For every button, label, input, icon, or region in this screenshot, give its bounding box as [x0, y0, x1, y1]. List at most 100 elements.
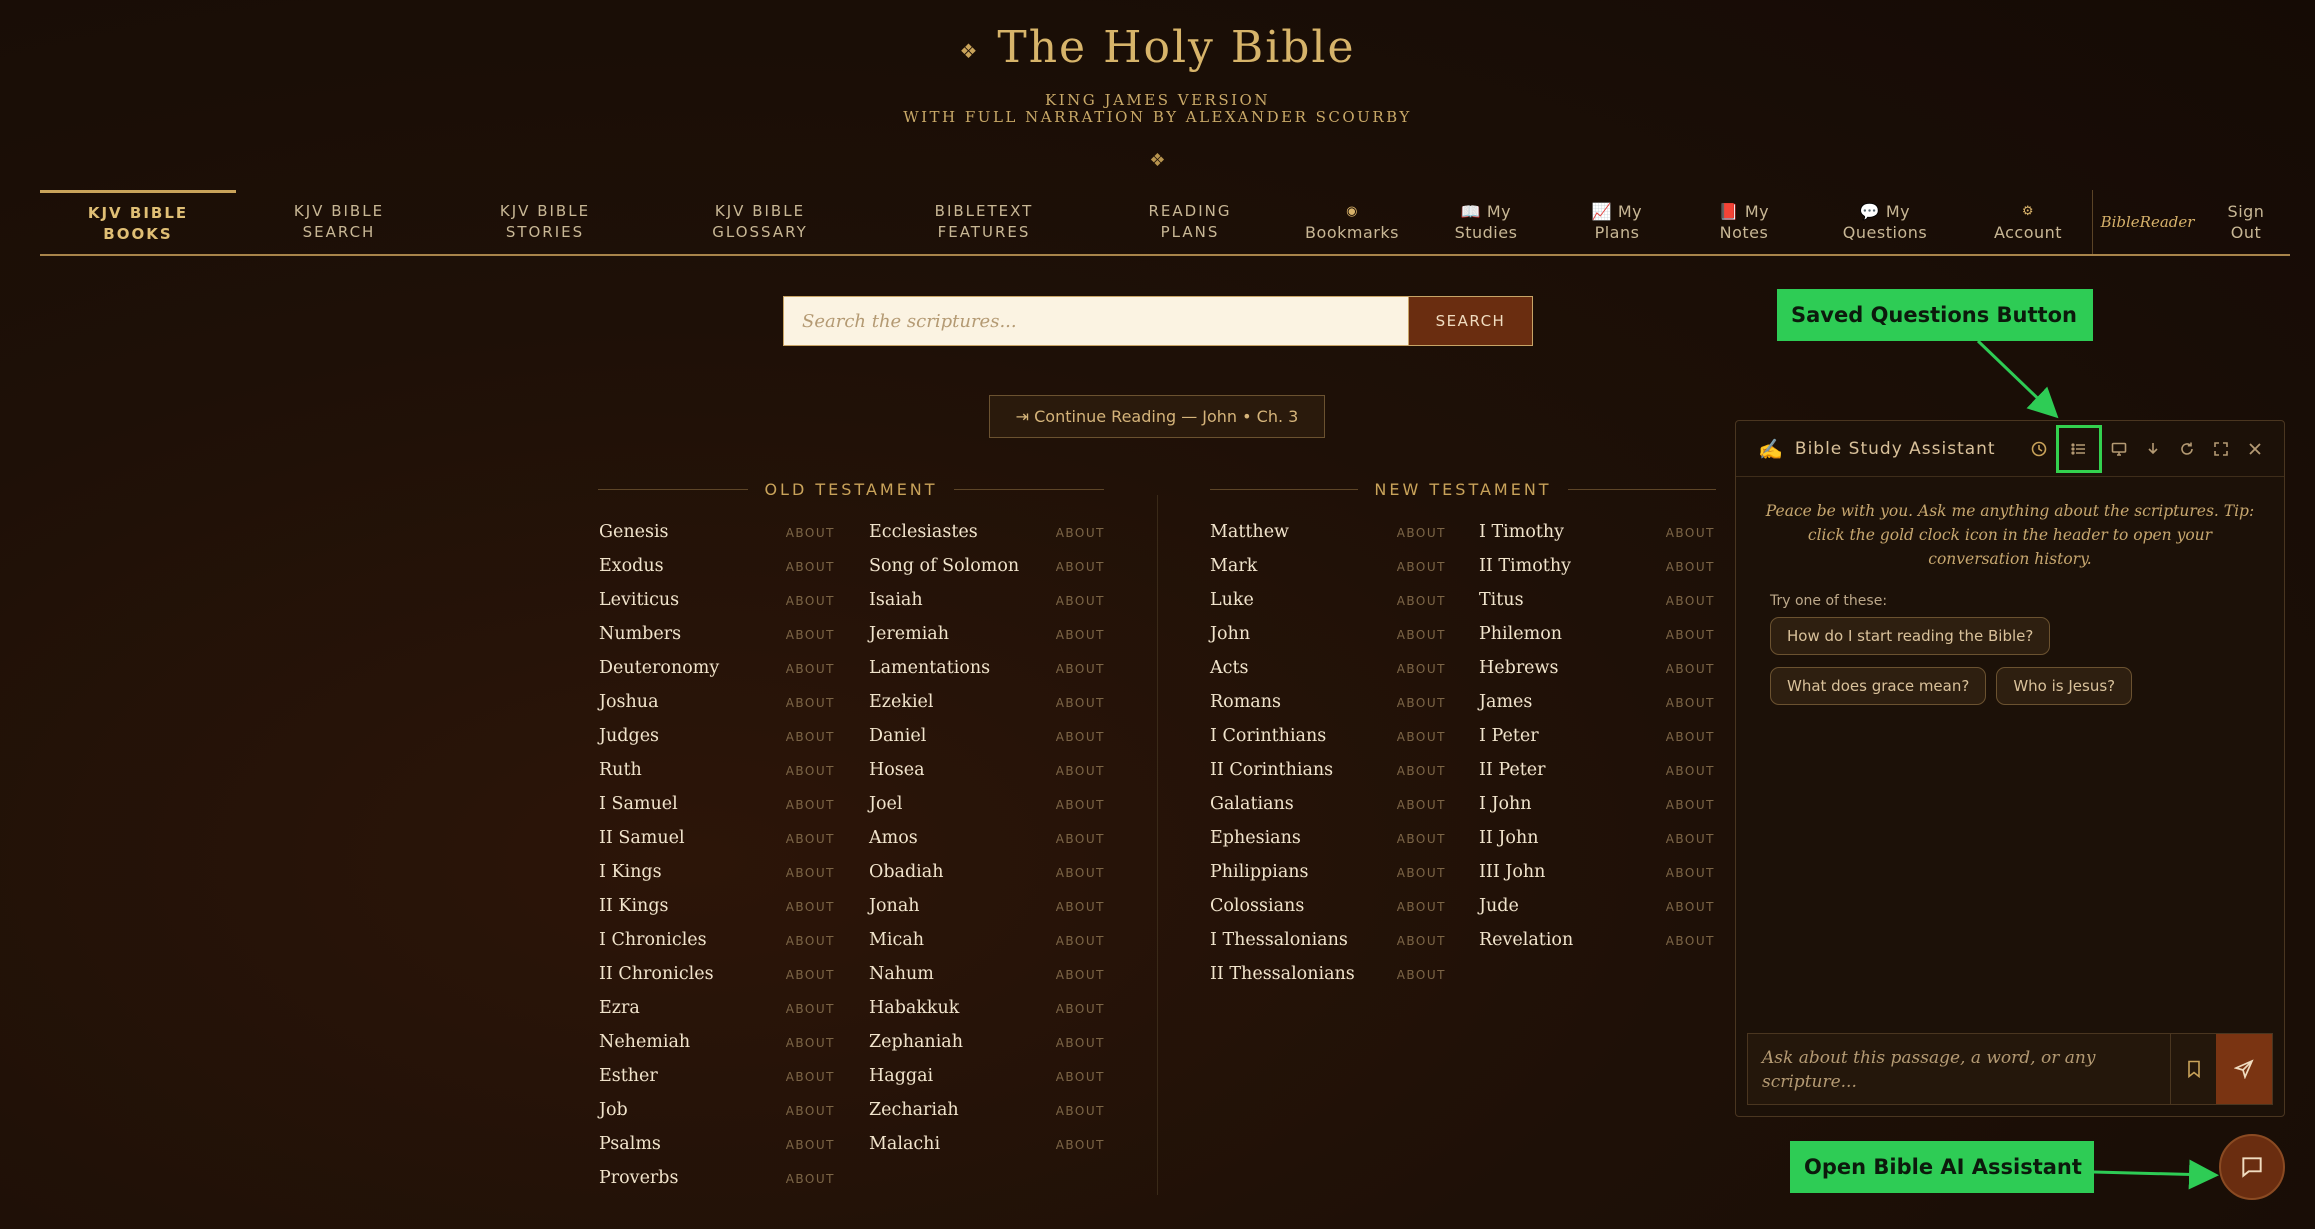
book-link[interactable]: Hosea	[869, 760, 925, 780]
book-link[interactable]: Zechariah	[869, 1100, 959, 1120]
book-link[interactable]: Acts	[1210, 658, 1248, 678]
book-link[interactable]: Philippians	[1210, 862, 1309, 882]
continue-reading-button[interactable]: ⇥ Continue Reading — John • Ch. 3	[989, 395, 1325, 438]
book-about-link[interactable]: ABOUT	[1056, 764, 1105, 778]
book-about-link[interactable]: ABOUT	[786, 1070, 835, 1084]
book-link[interactable]: III John	[1479, 862, 1545, 882]
book-about-link[interactable]: ABOUT	[1397, 866, 1446, 880]
book-about-link[interactable]: ABOUT	[1056, 900, 1105, 914]
monitor-icon[interactable]	[2102, 432, 2136, 466]
book-about-link[interactable]: ABOUT	[786, 832, 835, 846]
book-link[interactable]: Deuteronomy	[599, 658, 719, 678]
book-about-link[interactable]: ABOUT	[1056, 1104, 1105, 1118]
book-about-link[interactable]: ABOUT	[1056, 560, 1105, 574]
book-link[interactable]: II Kings	[599, 896, 669, 916]
book-about-link[interactable]: ABOUT	[1056, 1002, 1105, 1016]
nav-kjv-bible-glossary[interactable]: KJV BIBLE GLOSSARY	[648, 190, 872, 254]
book-link[interactable]: Malachi	[869, 1134, 940, 1154]
book-link[interactable]: I Thessalonians	[1210, 930, 1348, 950]
nav-sign-out[interactable]: Sign Out	[2202, 190, 2290, 254]
book-about-link[interactable]: ABOUT	[1666, 560, 1715, 574]
book-link[interactable]: II Chronicles	[599, 964, 714, 984]
nav-kjv-bible-books[interactable]: KJV BIBLE BOOKS	[40, 190, 236, 254]
book-about-link[interactable]: ABOUT	[1666, 832, 1715, 846]
nav-my-questions[interactable]: 💬 My Questions	[1806, 190, 1964, 254]
nav-biblereader[interactable]: BibleReader	[2092, 190, 2202, 254]
nav-reading-plans[interactable]: READING PLANS	[1096, 190, 1284, 254]
book-link[interactable]: Amos	[869, 828, 918, 848]
book-about-link[interactable]: ABOUT	[786, 900, 835, 914]
book-link[interactable]: I John	[1479, 794, 1532, 814]
book-about-link[interactable]: ABOUT	[1397, 798, 1446, 812]
book-link[interactable]: Ezekiel	[869, 692, 934, 712]
book-link[interactable]: Esther	[599, 1066, 658, 1086]
book-link[interactable]: Daniel	[869, 726, 926, 746]
book-link[interactable]: Joshua	[599, 692, 659, 712]
book-link[interactable]: Isaiah	[869, 590, 923, 610]
book-about-link[interactable]: ABOUT	[1397, 832, 1446, 846]
nav-my-plans[interactable]: 📈 My Plans	[1552, 190, 1682, 254]
assistant-input[interactable]	[1748, 1034, 2170, 1104]
book-about-link[interactable]: ABOUT	[1397, 526, 1446, 540]
book-about-link[interactable]: ABOUT	[1397, 594, 1446, 608]
book-about-link[interactable]: ABOUT	[1666, 628, 1715, 642]
search-button[interactable]: SEARCH	[1408, 296, 1533, 346]
book-about-link[interactable]: ABOUT	[1056, 1036, 1105, 1050]
book-about-link[interactable]: ABOUT	[1666, 866, 1715, 880]
book-link[interactable]: I Timothy	[1479, 522, 1564, 542]
book-about-link[interactable]: ABOUT	[786, 1172, 835, 1186]
book-link[interactable]: I Peter	[1479, 726, 1539, 746]
nav-account[interactable]: ⚙ Account	[1964, 190, 2092, 254]
book-link[interactable]: Philemon	[1479, 624, 1562, 644]
book-link[interactable]: Revelation	[1479, 930, 1573, 950]
book-link[interactable]: Mark	[1210, 556, 1257, 576]
suggestion-chip[interactable]: Who is Jesus?	[1996, 667, 2133, 705]
book-link[interactable]: Romans	[1210, 692, 1281, 712]
book-link[interactable]: Genesis	[599, 522, 669, 542]
book-about-link[interactable]: ABOUT	[786, 866, 835, 880]
book-about-link[interactable]: ABOUT	[1397, 662, 1446, 676]
book-about-link[interactable]: ABOUT	[1056, 628, 1105, 642]
book-link[interactable]: Psalms	[599, 1134, 661, 1154]
book-about-link[interactable]: ABOUT	[786, 696, 835, 710]
suggestion-chip[interactable]: What does grace mean?	[1770, 667, 1987, 705]
book-about-link[interactable]: ABOUT	[1666, 696, 1715, 710]
book-about-link[interactable]: ABOUT	[786, 560, 835, 574]
book-link[interactable]: Ezra	[599, 998, 640, 1018]
book-about-link[interactable]: ABOUT	[1666, 798, 1715, 812]
book-about-link[interactable]: ABOUT	[1056, 934, 1105, 948]
book-link[interactable]: Nehemiah	[599, 1032, 690, 1052]
book-about-link[interactable]: ABOUT	[1666, 526, 1715, 540]
book-about-link[interactable]: ABOUT	[1056, 696, 1105, 710]
book-link[interactable]: Jude	[1479, 896, 1519, 916]
book-link[interactable]: James	[1479, 692, 1532, 712]
send-button[interactable]	[2216, 1034, 2272, 1104]
book-link[interactable]: Luke	[1210, 590, 1254, 610]
book-about-link[interactable]: ABOUT	[1666, 662, 1715, 676]
nav-bibletext-features[interactable]: BIBLETEXT FEATURES	[872, 190, 1096, 254]
book-about-link[interactable]: ABOUT	[1397, 900, 1446, 914]
book-link[interactable]: Numbers	[599, 624, 681, 644]
book-link[interactable]: Jeremiah	[869, 624, 949, 644]
book-link[interactable]: Zephaniah	[869, 1032, 963, 1052]
book-link[interactable]: Matthew	[1210, 522, 1289, 542]
download-icon[interactable]	[2136, 432, 2170, 466]
book-about-link[interactable]: ABOUT	[1056, 526, 1105, 540]
book-link[interactable]: II Timothy	[1479, 556, 1571, 576]
book-link[interactable]: Joel	[869, 794, 903, 814]
book-about-link[interactable]: ABOUT	[1397, 696, 1446, 710]
book-link[interactable]: Ecclesiastes	[869, 522, 978, 542]
nav-bookmarks[interactable]: ◉ Bookmarks	[1284, 190, 1420, 254]
book-link[interactable]: Colossians	[1210, 896, 1304, 916]
book-about-link[interactable]: ABOUT	[1056, 1070, 1105, 1084]
book-about-link[interactable]: ABOUT	[1056, 730, 1105, 744]
book-about-link[interactable]: ABOUT	[1056, 832, 1105, 846]
book-about-link[interactable]: ABOUT	[786, 594, 835, 608]
book-about-link[interactable]: ABOUT	[786, 730, 835, 744]
book-about-link[interactable]: ABOUT	[786, 764, 835, 778]
book-about-link[interactable]: ABOUT	[786, 1036, 835, 1050]
book-link[interactable]: Obadiah	[869, 862, 944, 882]
nav-kjv-bible-stories[interactable]: KJV BIBLE STORIES	[442, 190, 648, 254]
book-link[interactable]: Job	[599, 1100, 628, 1120]
bookmark-icon[interactable]	[2170, 1034, 2216, 1104]
